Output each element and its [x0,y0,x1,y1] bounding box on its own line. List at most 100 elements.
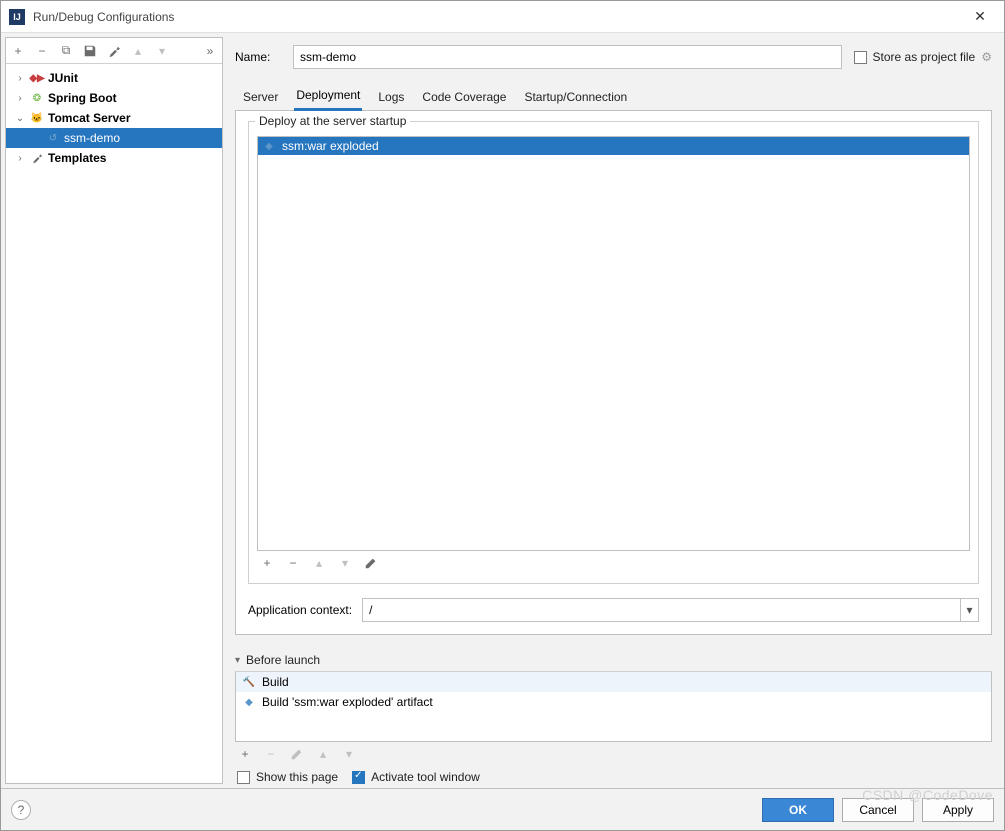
bl-edit-button[interactable] [289,746,305,762]
tree-node-ssm-demo[interactable]: ↺ ssm-demo [6,128,222,148]
bl-item-label: Build 'ssm:war exploded' artifact [262,695,433,709]
before-launch-header[interactable]: Before launch [235,653,992,672]
more-button[interactable]: » [202,43,218,59]
cancel-button[interactable]: Cancel [842,798,914,822]
save-button[interactable] [82,43,98,59]
show-page-label: Show this page [256,770,338,784]
move-up-button[interactable] [130,43,146,59]
checkbox-icon[interactable] [854,51,867,64]
application-context-row: Application context: [248,598,979,622]
junit-icon: ◆▶ [30,71,44,85]
deploy-up-button[interactable] [311,555,327,571]
artifact-icon: ◆ [242,695,256,709]
dropdown-icon[interactable] [960,599,978,621]
context-combo[interactable] [362,598,979,622]
run-debug-config-dialog: IJ Run/Debug Configurations ✕ + − ⧉ » [0,0,1005,831]
activate-tw-label: Activate tool window [371,770,480,784]
context-input[interactable] [363,599,960,621]
bl-add-button[interactable]: + [237,746,253,762]
deploy-add-button[interactable]: + [259,555,275,571]
remove-button[interactable]: − [34,43,50,59]
tree-node-templates[interactable]: Templates [6,148,222,168]
deploy-remove-button[interactable]: − [285,555,301,571]
deployment-panel: Deploy at the server startup ◆ ssm:war e… [235,111,992,635]
show-this-page[interactable]: Show this page [237,770,338,784]
launch-options-row: Show this page Activate tool window [235,770,992,784]
store-label: Store as project file [873,50,976,64]
before-launch-list[interactable]: 🔨 Build ◆ Build 'ssm:war exploded' artif… [235,672,992,742]
before-launch-toolbar: + − [235,742,992,766]
tab-deployment[interactable]: Deployment [294,88,362,111]
tree-label: Tomcat Server [48,111,130,125]
deploy-list[interactable]: ◆ ssm:war exploded [257,136,970,551]
context-label: Application context: [248,603,352,617]
deploy-item[interactable]: ◆ ssm:war exploded [258,137,969,155]
artifact-icon: ◆ [262,139,276,153]
pencil-icon [364,556,378,570]
before-launch-label: Before launch [246,653,320,667]
tree-node-spring-boot[interactable]: ❂ Spring Boot [6,88,222,108]
tab-code-coverage[interactable]: Code Coverage [420,90,508,110]
dialog-footer: ? OK Cancel Apply [1,788,1004,830]
bl-item-label: Build [262,675,289,689]
spring-boot-icon: ❂ [30,91,44,105]
left-panel: + − ⧉ » ◆▶ JUnit [5,37,223,784]
deploy-toolbar: + − [257,551,970,575]
close-icon[interactable]: ✕ [964,8,996,25]
expand-icon[interactable] [14,93,26,104]
pencil-icon [290,747,304,761]
app-icon: IJ [9,9,25,25]
tab-startup-connection[interactable]: Startup/Connection [522,90,629,110]
titlebar: IJ Run/Debug Configurations ✕ [1,1,1004,33]
tree-label: ssm-demo [64,131,120,145]
store-as-project-file[interactable]: Store as project file ⚙ [854,50,992,64]
tomcat-local-icon: ↺ [46,131,60,145]
deploy-edit-button[interactable] [363,555,379,571]
activate-tool-window[interactable]: Activate tool window [352,770,480,784]
tree-label: Templates [48,151,106,165]
deploy-fieldset: Deploy at the server startup ◆ ssm:war e… [248,121,979,584]
checkbox-checked-icon[interactable] [352,771,365,784]
config-tabs: Server Deployment Logs Code Coverage Sta… [235,83,992,111]
tab-server[interactable]: Server [241,90,280,110]
before-launch-section: Before launch 🔨 Build ◆ Build 'ssm:war e… [235,653,992,784]
checkbox-icon[interactable] [237,771,250,784]
bl-down-button[interactable] [341,746,357,762]
hammer-icon: 🔨 [242,675,256,689]
deploy-down-button[interactable] [337,555,353,571]
config-toolbar: + − ⧉ » [6,38,222,64]
wrench-icon [30,151,44,165]
apply-button[interactable]: Apply [922,798,994,822]
tomcat-icon: 🐱 [30,111,44,125]
name-input[interactable] [293,45,842,69]
before-launch-item-artifact[interactable]: ◆ Build 'ssm:war exploded' artifact [236,692,991,712]
collapse-icon[interactable] [235,655,240,666]
dialog-body: + − ⧉ » ◆▶ JUnit [1,33,1004,788]
deploy-item-label: ssm:war exploded [282,139,379,153]
copy-button[interactable]: ⧉ [58,43,74,59]
expand-icon[interactable] [14,153,26,164]
tab-logs[interactable]: Logs [376,90,406,110]
bl-up-button[interactable] [315,746,331,762]
wrench-icon [107,44,121,58]
tree-label: JUnit [48,71,78,85]
add-button[interactable]: + [10,43,26,59]
name-row: Name: Store as project file ⚙ [235,37,992,77]
move-down-button[interactable] [154,43,170,59]
gear-icon[interactable]: ⚙ [981,50,992,64]
tree-node-tomcat[interactable]: 🐱 Tomcat Server [6,108,222,128]
window-title: Run/Debug Configurations [33,10,964,24]
deploy-header: Deploy at the server startup [255,114,410,128]
before-launch-item-build[interactable]: 🔨 Build [236,672,991,692]
bl-remove-button[interactable]: − [263,746,279,762]
collapse-icon[interactable] [14,113,26,124]
right-panel: Name: Store as project file ⚙ Server Dep… [227,37,1000,784]
name-label: Name: [235,50,281,64]
expand-icon[interactable] [14,73,26,84]
save-icon [83,44,97,58]
edit-button[interactable] [106,43,122,59]
help-button[interactable]: ? [11,800,31,820]
config-tree[interactable]: ◆▶ JUnit ❂ Spring Boot 🐱 Tomcat Server ↺… [6,64,222,783]
tree-node-junit[interactable]: ◆▶ JUnit [6,68,222,88]
ok-button[interactable]: OK [762,798,834,822]
